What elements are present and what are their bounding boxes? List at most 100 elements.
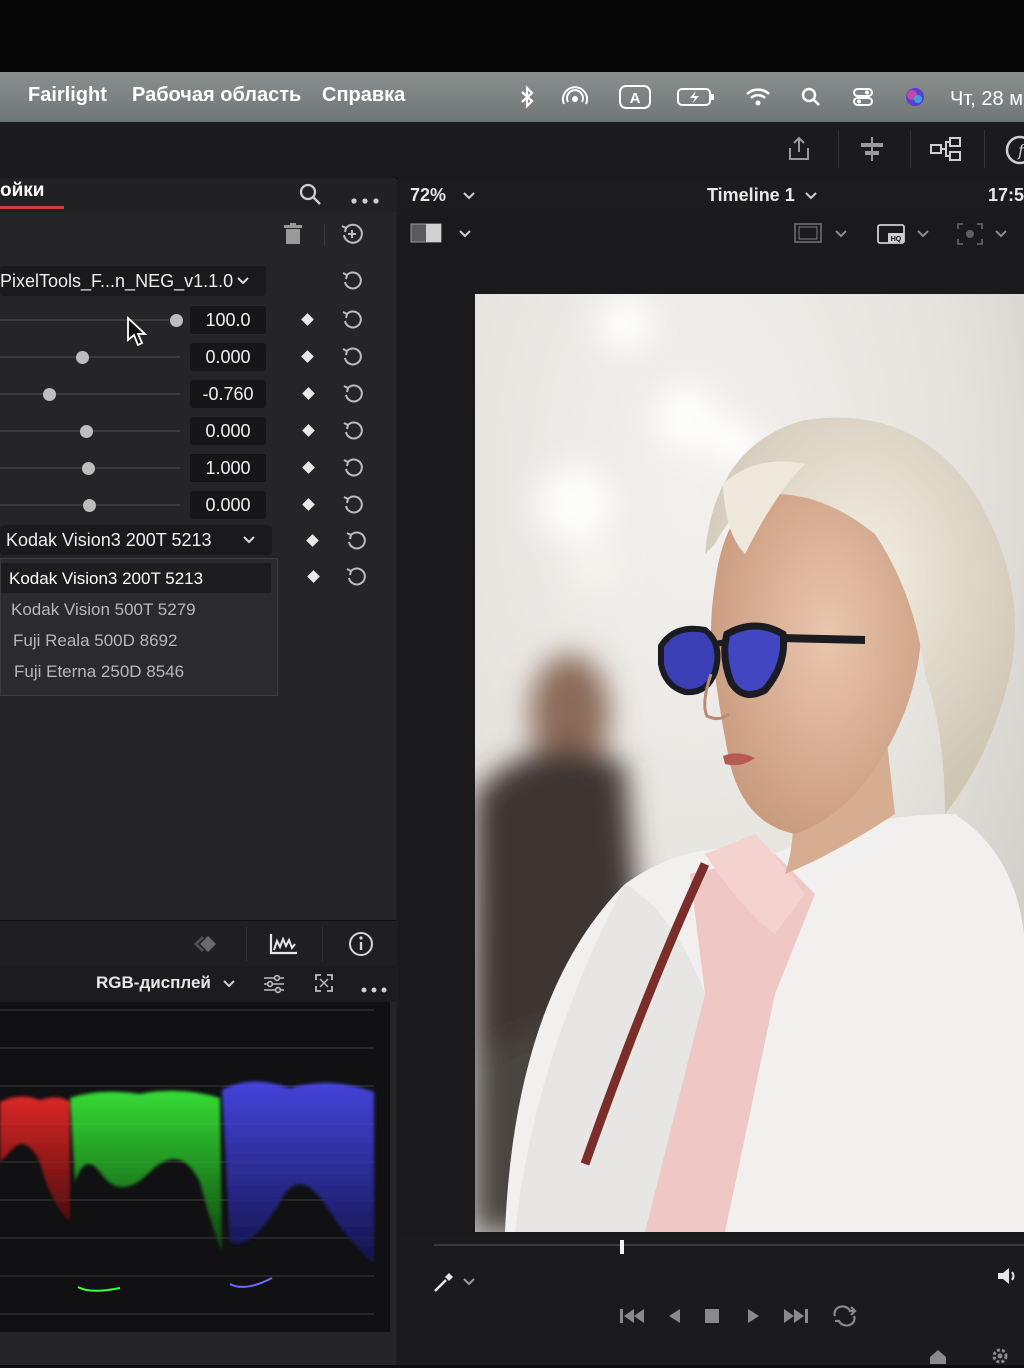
volume-icon[interactable]: [996, 1266, 1020, 1290]
focus-icon[interactable]: [956, 222, 984, 250]
airdrop-icon[interactable]: [562, 84, 588, 110]
slider-knob[interactable]: [43, 388, 56, 401]
reset-icon[interactable]: [342, 270, 364, 292]
film-stock-option[interactable]: Fuji Reala 500D 8692: [13, 631, 177, 651]
search-icon[interactable]: [298, 182, 322, 210]
chevron-down-icon[interactable]: [834, 224, 848, 248]
settings-tab[interactable]: ойки: [0, 180, 44, 202]
wifi-icon[interactable]: [744, 84, 770, 110]
viewer-header: 72% Timeline 1 17:5: [398, 178, 1024, 214]
slider-track[interactable]: [0, 356, 180, 358]
split-view-icon[interactable]: [410, 222, 442, 248]
scope-mode-label[interactable]: RGB-дисплей: [96, 973, 211, 993]
chevron-down-icon: [236, 266, 250, 305]
slider-track[interactable]: [0, 319, 180, 321]
mouse-cursor-icon: [126, 315, 148, 352]
fx-icon[interactable]: f: [1004, 134, 1024, 170]
toolbar-divider: [984, 130, 985, 168]
chevron-down-icon[interactable]: [462, 1274, 476, 1294]
film-stock-dropdown[interactable]: Kodak Vision3 200T 5213: [0, 525, 272, 555]
safe-area-icon[interactable]: [794, 223, 822, 247]
reset-icon[interactable]: [346, 530, 368, 552]
macos-menu-bar: Fairlight Рабочая область Справка A Чт, …: [0, 72, 1024, 122]
rgb-parade-graph: [0, 1009, 374, 1315]
parameter-value-field[interactable]: 0.000: [190, 343, 266, 371]
scopes-divider: [322, 927, 323, 961]
bluetooth-icon[interactable]: [514, 84, 540, 110]
info-icon[interactable]: [348, 931, 374, 961]
reset-icon[interactable]: [346, 566, 368, 588]
reset-icon[interactable]: [342, 346, 364, 368]
reset-icon[interactable]: [342, 309, 364, 331]
playhead[interactable]: [620, 1240, 624, 1254]
chevron-down-icon[interactable]: [458, 224, 472, 248]
scope-settings-icon[interactable]: [262, 972, 286, 1000]
chevron-down-icon[interactable]: [222, 974, 236, 998]
reset-icon[interactable]: [343, 494, 365, 516]
loop-icon[interactable]: [830, 1304, 858, 1332]
play-reverse-icon[interactable]: [666, 1306, 682, 1330]
node-graph-icon[interactable]: [928, 134, 964, 168]
battery-icon[interactable]: [676, 84, 718, 110]
chevron-down-icon[interactable]: [804, 186, 818, 210]
stop-icon[interactable]: [704, 1308, 720, 1328]
resolve-top-toolbar: f: [0, 122, 1024, 179]
film-stock-dropdown-label: Kodak Vision3 200T 5213: [6, 530, 212, 550]
svg-text:A: A: [630, 90, 641, 107]
timeline-name[interactable]: Timeline 1: [707, 185, 795, 206]
scopes-divider: [246, 927, 247, 961]
skip-to-start-icon[interactable]: [618, 1306, 646, 1330]
parameter-value-field[interactable]: 100.0: [190, 306, 266, 334]
menu-bar-clock[interactable]: Чт, 28 м: [950, 88, 1023, 111]
waveform-scope-icon[interactable]: [268, 931, 300, 961]
svg-text:HQ: HQ: [891, 236, 902, 243]
portrait-photo: [475, 294, 1024, 1232]
skip-to-end-icon[interactable]: [782, 1306, 810, 1330]
menu-help[interactable]: Справка: [322, 84, 405, 107]
menu-fairlight[interactable]: Fairlight: [28, 84, 107, 107]
slider-knob[interactable]: [80, 425, 93, 438]
siri-icon[interactable]: [902, 84, 928, 110]
chevron-down-icon[interactable]: [916, 224, 930, 248]
export-icon[interactable]: [784, 134, 814, 168]
scrubber-track[interactable]: [434, 1244, 1024, 1246]
home-icon[interactable]: [928, 1348, 948, 1368]
reset-icon[interactable]: [343, 420, 365, 442]
more-icon[interactable]: [350, 190, 380, 209]
reset-icon[interactable]: [343, 383, 365, 405]
spotlight-search-icon[interactable]: [798, 84, 824, 110]
reset-all-icon[interactable]: [340, 222, 364, 250]
film-stock-option[interactable]: Fuji Eterna 250D 8546: [14, 662, 184, 682]
preset-dropdown[interactable]: PixelTools_F...n_NEG_v1.1.0: [0, 266, 266, 296]
slider-knob[interactable]: [76, 351, 89, 364]
expand-icon[interactable]: [314, 973, 334, 997]
split-tool-icon[interactable]: [856, 134, 888, 168]
slider-knob[interactable]: [82, 462, 95, 475]
reset-icon[interactable]: [343, 457, 365, 479]
screen-bezel: [0, 0, 1024, 72]
parameter-value-field[interactable]: 0.000: [190, 417, 266, 445]
parameter-value-field[interactable]: 0.000: [190, 491, 266, 519]
film-stock-option[interactable]: Kodak Vision 500T 5279: [11, 600, 196, 620]
film-stock-option[interactable]: Kodak Vision3 200T 5213: [9, 569, 203, 589]
header-divider: [324, 224, 325, 246]
hq-playback-icon[interactable]: HQ: [876, 222, 908, 250]
parameter-value-field[interactable]: -0.760: [190, 380, 266, 408]
slider-track[interactable]: [0, 393, 180, 395]
slider-knob[interactable]: [170, 314, 183, 327]
eyedropper-icon[interactable]: [432, 1270, 456, 1298]
slider-knob[interactable]: [83, 499, 96, 512]
gallery-stack-icon[interactable]: [190, 933, 226, 959]
parameter-value-field[interactable]: 1.000: [190, 454, 266, 482]
trash-icon[interactable]: [282, 222, 304, 250]
input-source-icon[interactable]: A: [618, 84, 652, 110]
viewer-options-bar: HQ: [398, 214, 1024, 254]
chevron-down-icon[interactable]: [994, 224, 1008, 248]
zoom-level[interactable]: 72%: [410, 185, 446, 206]
play-icon[interactable]: [746, 1306, 762, 1330]
more-icon[interactable]: [360, 979, 388, 998]
control-center-icon[interactable]: [850, 84, 876, 110]
scope-header: RGB-дисплей: [0, 966, 396, 1002]
chevron-down-icon[interactable]: [462, 186, 476, 210]
menu-workspace[interactable]: Рабочая область: [132, 84, 301, 107]
